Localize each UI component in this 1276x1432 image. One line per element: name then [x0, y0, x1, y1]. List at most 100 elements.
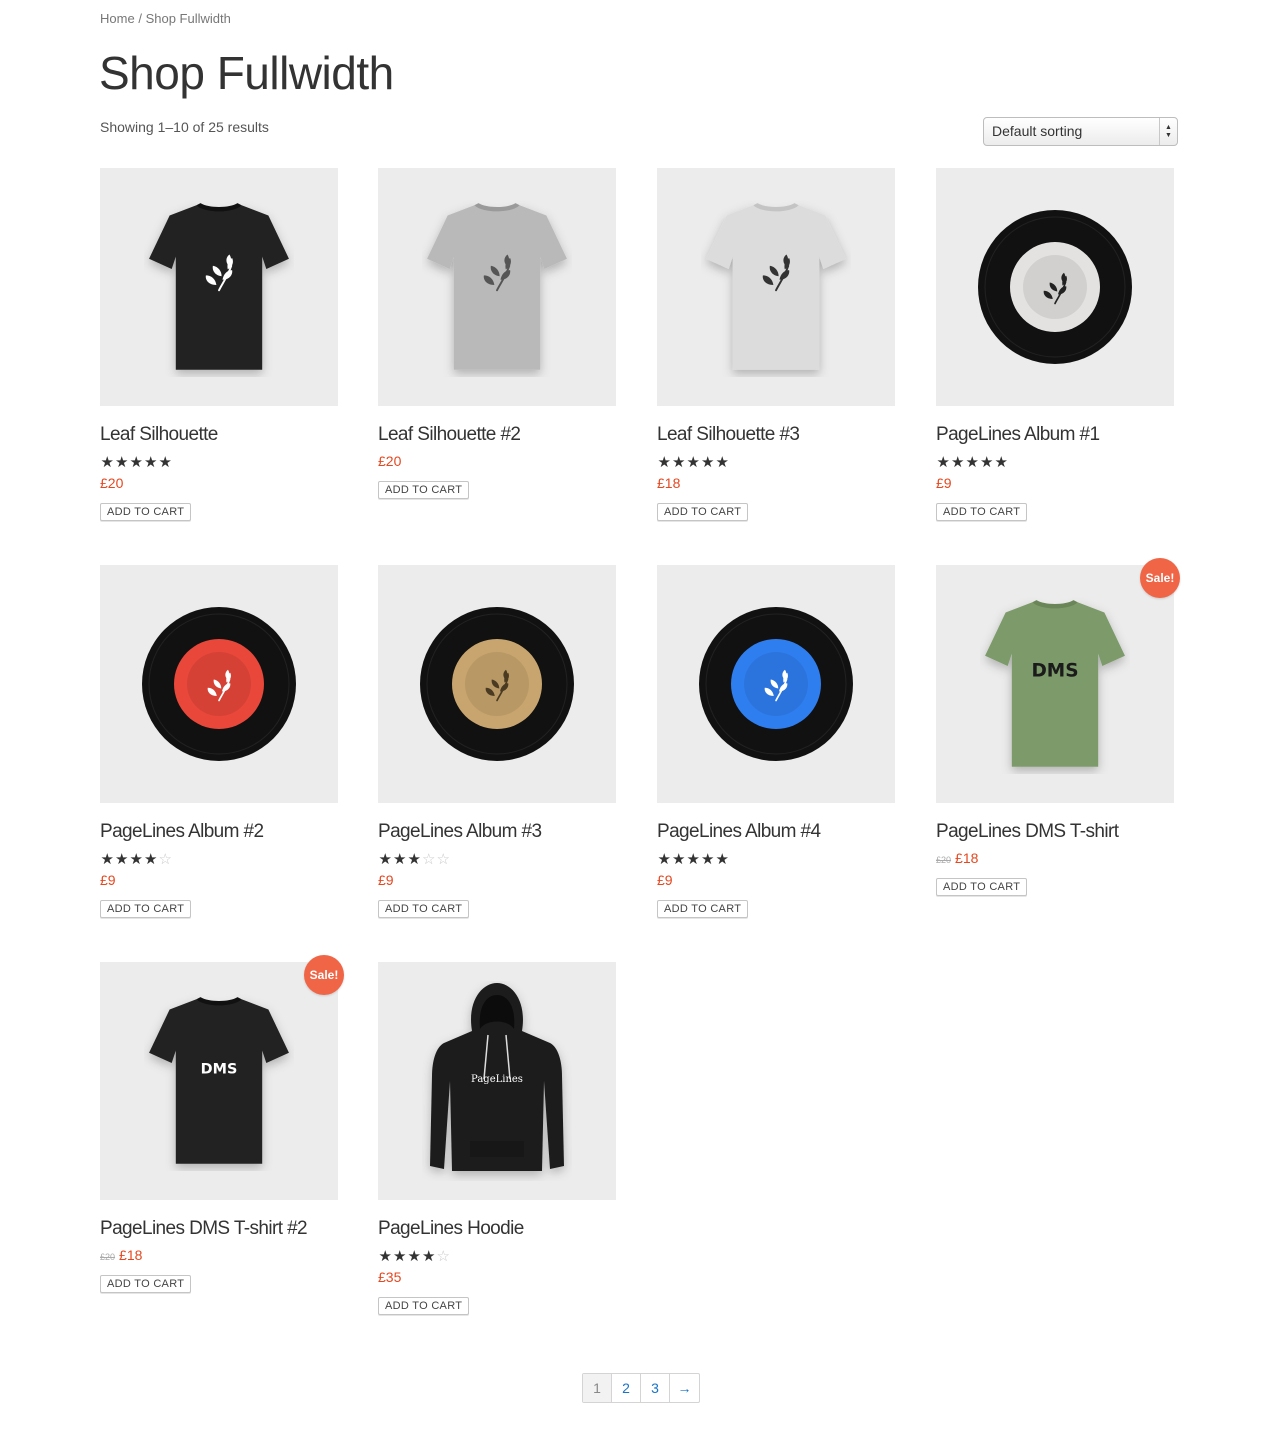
page-2-link[interactable]: 2 — [612, 1374, 641, 1402]
product-image[interactable] — [378, 168, 616, 406]
product-price: £9 — [657, 872, 897, 890]
product-card: PageLines Album #3 ★ ★ ★ ☆ ☆ £9 ADD TO CART — [378, 565, 618, 918]
product-title[interactable]: PageLines DMS T-shirt — [936, 821, 1176, 845]
sale-badge: Sale! — [1140, 558, 1180, 598]
product-image[interactable] — [657, 565, 895, 803]
star-icon: ★ — [672, 454, 686, 471]
star-icon: ★ — [965, 454, 979, 471]
star-icon: ★ — [951, 454, 965, 471]
star-icon: ★ — [393, 1248, 407, 1265]
star-rating: ★ ★ ★ ★ ★ — [936, 455, 1176, 470]
product-image[interactable] — [378, 565, 616, 803]
product-price: £35 — [378, 1269, 618, 1287]
product-title[interactable]: Leaf Silhouette #2 — [378, 424, 618, 448]
select-arrows-icon: ▲ ▼ — [1159, 118, 1177, 145]
star-rating: ★ ★ ★ ★ ☆ — [378, 1249, 618, 1264]
product-image[interactable]: DMS — [936, 565, 1174, 803]
product-image[interactable] — [100, 565, 338, 803]
add-to-cart-button[interactable]: ADD TO CART — [378, 481, 470, 499]
hoodie-print-text: PageLines — [471, 1074, 523, 1085]
product-card: PageLines Album #2 ★ ★ ★ ★ ☆ £9 ADD TO CART — [100, 565, 340, 918]
product-card: DMS Sale! PageLines DMS T-shirt £20 £18 ADD … — [936, 558, 1180, 896]
current-price: £9 — [936, 475, 952, 491]
star-icon: ★ — [378, 851, 392, 868]
old-price: £20 — [100, 1252, 116, 1262]
star-icon: ★ — [701, 454, 715, 471]
product-title[interactable]: PageLines Album #4 — [657, 821, 897, 845]
current-price: £20 — [100, 475, 124, 491]
sorting-selected-value: Default sorting — [992, 123, 1083, 139]
result-count: Showing 1–10 of 25 results — [100, 119, 269, 135]
star-icon: ★ — [144, 851, 158, 868]
product-image[interactable] — [100, 168, 338, 406]
product-card: Leaf Silhouette #3 ★ ★ ★ ★ ★ £18 ADD TO CART — [657, 168, 897, 521]
add-to-cart-button[interactable]: ADD TO CART — [100, 1275, 192, 1293]
star-icon: ★ — [715, 851, 729, 868]
star-icon: ★ — [407, 851, 421, 868]
current-price: £35 — [378, 1269, 402, 1285]
breadcrumb-current: Shop Fullwidth — [145, 11, 231, 26]
product-title[interactable]: Leaf Silhouette — [100, 424, 340, 448]
page-1-link[interactable]: 1 — [583, 1374, 612, 1402]
star-icon: ★ — [378, 1248, 392, 1265]
star-icon: ★ — [672, 851, 686, 868]
pagination: 1 2 3 → — [582, 1373, 700, 1403]
star-icon: ★ — [994, 454, 1008, 471]
product-image[interactable]: DMS — [100, 962, 338, 1200]
star-icon: ★ — [144, 454, 158, 471]
product-price: £20 — [100, 475, 340, 493]
star-rating: ★ ★ ★ ★ ★ — [657, 852, 897, 867]
star-icon: ★ — [657, 454, 671, 471]
add-to-cart-button[interactable]: ADD TO CART — [378, 1297, 470, 1315]
current-price: £20 — [378, 453, 402, 469]
add-to-cart-button[interactable]: ADD TO CART — [936, 878, 1028, 896]
star-icon: ★ — [657, 851, 671, 868]
star-icon: ★ — [701, 851, 715, 868]
product-title[interactable]: PageLines Album #1 — [936, 424, 1176, 448]
product-title[interactable]: PageLines DMS T-shirt #2 — [100, 1218, 340, 1242]
product-title[interactable]: Leaf Silhouette #3 — [657, 424, 897, 448]
star-icon: ★ — [115, 851, 129, 868]
product-card: Leaf Silhouette ★ ★ ★ ★ ★ £20 ADD TO CART — [100, 168, 340, 521]
star-icon: ☆ — [158, 851, 172, 868]
star-rating: ★ ★ ★ ☆ ☆ — [378, 852, 618, 867]
product-title[interactable]: PageLines Album #3 — [378, 821, 618, 845]
current-price: £18 — [119, 1247, 143, 1263]
product-price: £18 — [657, 475, 897, 493]
product-price: £20 £18 — [100, 1247, 340, 1265]
add-to-cart-button[interactable]: ADD TO CART — [100, 503, 192, 521]
product-image[interactable] — [936, 168, 1174, 406]
star-icon: ☆ — [436, 1248, 450, 1265]
current-price: £9 — [100, 872, 116, 888]
next-page-arrow-icon[interactable]: → — [670, 1374, 699, 1402]
star-rating: ★ ★ ★ ★ ★ — [100, 455, 340, 470]
product-title[interactable]: PageLines Hoodie — [378, 1218, 618, 1242]
star-icon: ★ — [686, 454, 700, 471]
star-icon: ★ — [100, 454, 114, 471]
add-to-cart-button[interactable]: ADD TO CART — [657, 503, 749, 521]
add-to-cart-button[interactable]: ADD TO CART — [936, 503, 1028, 521]
product-card: PageLines Album #4 ★ ★ ★ ★ ★ £9 ADD TO CART — [657, 565, 897, 918]
star-icon: ★ — [158, 454, 172, 471]
product-image[interactable]: PageLines — [378, 962, 616, 1200]
star-icon: ★ — [393, 851, 407, 868]
breadcrumb-home-link[interactable]: Home — [100, 11, 135, 26]
product-price: £9 — [378, 872, 618, 890]
product-image[interactable] — [657, 168, 895, 406]
star-icon: ★ — [422, 1248, 436, 1265]
product-price: £20 — [378, 453, 618, 471]
current-price: £18 — [955, 850, 979, 866]
add-to-cart-button[interactable]: ADD TO CART — [100, 900, 192, 918]
page-3-link[interactable]: 3 — [641, 1374, 670, 1402]
sorting-select[interactable]: Default sorting ▲ ▼ — [983, 117, 1178, 146]
add-to-cart-button[interactable]: ADD TO CART — [378, 900, 470, 918]
star-icon: ☆ — [436, 851, 450, 868]
product-title[interactable]: PageLines Album #2 — [100, 821, 340, 845]
product-card: Leaf Silhouette #2 £20 ADD TO CART — [378, 168, 618, 499]
star-rating: ★ ★ ★ ★ ☆ — [100, 852, 340, 867]
star-icon: ★ — [936, 454, 950, 471]
add-to-cart-button[interactable]: ADD TO CART — [657, 900, 749, 918]
product-card: DMS Sale! PageLines DMS T-shirt #2 £20 £18 A… — [100, 955, 344, 1293]
current-price: £18 — [657, 475, 681, 491]
current-price: £9 — [657, 872, 673, 888]
